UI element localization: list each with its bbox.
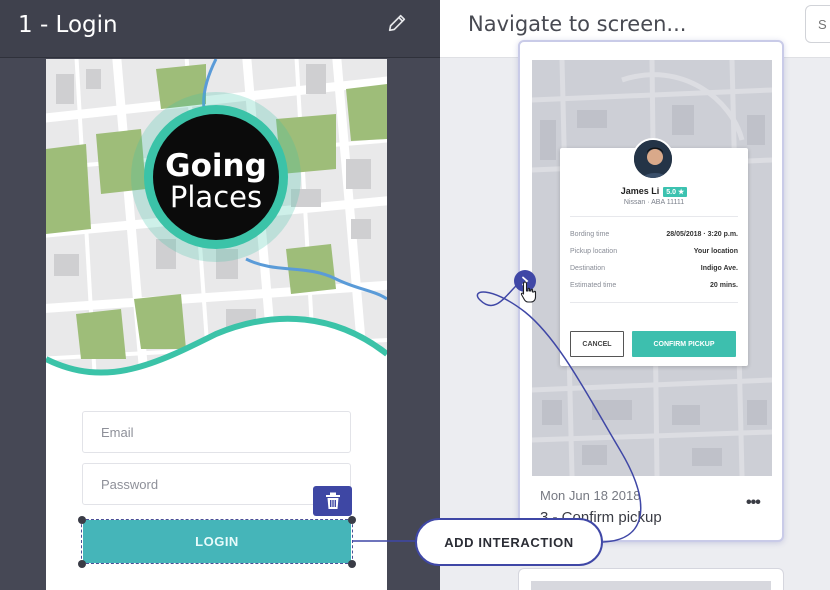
- add-interaction-button[interactable]: ADD INTERACTION: [415, 518, 603, 566]
- screen-thumbnail: [531, 581, 771, 590]
- detail-label: Destination: [570, 265, 606, 272]
- driver-name-text: James Li: [620, 186, 660, 196]
- email-field[interactable]: [82, 411, 351, 453]
- logo-line2: Places: [170, 180, 262, 214]
- map-illustration: Going Places: [46, 59, 387, 389]
- detail-label: Bording time: [570, 231, 610, 238]
- rating-badge: 5.0 ★: [663, 187, 688, 197]
- driver-card: James Li 5.0 ★ Nissan · ABA 11111 Bording…: [560, 138, 748, 366]
- hand-pointer-icon: [520, 281, 537, 303]
- logo-line1: Going: [165, 148, 267, 184]
- more-horizontal-icon[interactable]: •••: [746, 494, 761, 512]
- screen-header: 1 - Login: [0, 0, 440, 58]
- detail-value: 28/05/2018 · 3:20 p.m.: [666, 231, 738, 238]
- editor-panel: 1 - Login Going Places Email LOGIN: [0, 0, 440, 590]
- screen-title[interactable]: 1 - Login: [18, 12, 118, 38]
- screen-card-next[interactable]: [518, 568, 784, 590]
- navigate-panel: Navigate to screen... S James Li 5.0 ★ N…: [440, 0, 830, 590]
- login-button[interactable]: LOGIN: [83, 520, 351, 563]
- delete-button[interactable]: [313, 486, 352, 516]
- driver-car: Nissan · ABA 11111: [623, 199, 685, 206]
- driver-avatar: [632, 138, 674, 180]
- detail-label: Estimated time: [570, 282, 617, 289]
- resize-handle-top-left[interactable]: [78, 516, 86, 524]
- resize-handle-bottom-right[interactable]: [348, 560, 356, 568]
- cancel-button: CANCEL: [570, 331, 624, 357]
- screen-thumbnail: James Li 5.0 ★ Nissan · ABA 11111 Bording…: [532, 60, 772, 476]
- search-input[interactable]: [805, 5, 830, 43]
- resize-handle-top-right[interactable]: [348, 516, 356, 524]
- detail-value: 20 mins.: [709, 282, 738, 289]
- detail-value: Your location: [693, 248, 738, 255]
- resize-handle-bottom-left[interactable]: [78, 560, 86, 568]
- detail-value: Indigo Ave.: [700, 265, 738, 272]
- divider: [570, 302, 738, 303]
- confirm-pickup-button: CONFIRM PICKUP: [632, 331, 736, 357]
- password-field[interactable]: [82, 463, 351, 505]
- trash-icon: [325, 492, 340, 509]
- pencil-icon[interactable]: [386, 12, 408, 34]
- navigate-title: Navigate to screen...: [468, 12, 687, 36]
- divider: [570, 216, 738, 217]
- driver-name: James Li 5.0 ★: [560, 186, 748, 197]
- detail-label: Pickup location: [570, 248, 618, 255]
- screen-card-confirm-pickup[interactable]: James Li 5.0 ★ Nissan · ABA 11111 Bording…: [518, 40, 784, 542]
- card-date: Mon Jun 18 2018: [540, 488, 641, 503]
